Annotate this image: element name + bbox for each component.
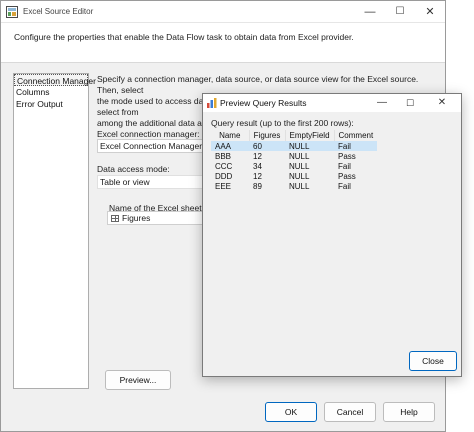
table-row[interactable]: CCC 34 NULL Fail [211,161,377,171]
cell-comment: Fail [334,141,378,151]
preview-query-results-dialog: Preview Query Results — ☐ ✕ Query result… [202,93,462,377]
query-result-caption: Query result (up to the first 200 rows): [211,118,354,128]
close-window-button[interactable]: ✕ [416,3,444,21]
sidebar-nav: Connection Manager Columns Error Output [13,73,96,389]
cell-emptyfield: NULL [289,151,310,161]
sidebar-item-error-output[interactable]: Error Output [14,98,88,110]
cell-figures: 60 [249,141,285,151]
app-icon [6,6,18,18]
results-header-row: Name Figures EmptyField Comment [211,130,377,141]
ok-button[interactable]: OK [265,402,317,422]
data-access-mode-select[interactable]: Table or view [97,175,207,189]
window-title: Excel Source Editor [23,7,94,16]
cell-comment: Pass [338,151,356,161]
preview-title: Preview Query Results [220,98,307,108]
sidebar-item-columns[interactable]: Columns [14,86,88,98]
data-access-mode-label: Data access mode: [97,164,170,174]
sidebar-item-connection-manager[interactable]: Connection Manager [14,74,96,86]
maximize-button[interactable]: ☐ [386,3,414,21]
table-row[interactable]: DDD 12 NULL Pass [211,171,377,181]
preview-button[interactable]: Preview... [105,370,171,390]
cell-name: CCC [215,161,233,171]
table-row[interactable]: AAA 60 NULL Fail [211,141,378,151]
preview-maximize-button[interactable]: ☐ [399,94,421,112]
close-button[interactable]: Close [409,351,457,371]
cell-name: BBB [215,151,232,161]
cell-figures: 12 [253,171,262,181]
excel-sheet-value: Figures [122,213,151,223]
column-header-name[interactable]: Name [211,130,250,141]
cell-comment: Fail [338,181,351,191]
column-header-figures[interactable]: Figures [249,130,286,141]
cell-figures: 12 [253,151,262,161]
column-header-comment[interactable]: Comment [334,130,377,141]
preview-minimize-button[interactable]: — [371,94,393,112]
preview-close-icon[interactable]: ✕ [431,94,453,112]
title-bar: Excel Source Editor — ☐ ✕ [1,1,445,23]
cancel-button[interactable]: Cancel [324,402,376,422]
cell-comment: Pass [338,171,356,181]
cell-emptyfield: NULL [289,181,310,191]
cell-name: DDD [215,171,233,181]
cell-comment: Fail [338,161,351,171]
connection-manager-label: Excel connection manager: [97,129,200,139]
cell-emptyfield: NULL [289,171,310,181]
connection-manager-select[interactable]: Excel Connection Manager [97,139,207,153]
results-table[interactable]: Name Figures EmptyField Comment AAA 60 N… [211,130,378,191]
preview-title-bar: Preview Query Results — ☐ ✕ [203,94,461,112]
description-text: Configure the properties that enable the… [14,32,354,42]
table-icon [111,215,119,222]
cell-figures: 89 [253,181,262,191]
query-results-icon [207,98,217,108]
minimize-button[interactable]: — [356,3,384,21]
description-band: Configure the properties that enable the… [1,23,445,63]
cell-figures: 34 [253,161,262,171]
cell-name: EEE [215,181,232,191]
help-button[interactable]: Help [383,402,435,422]
table-row[interactable]: BBB 12 NULL Pass [211,151,377,161]
cell-name: AAA [211,141,249,151]
column-header-emptyfield[interactable]: EmptyField [285,130,335,141]
cell-emptyfield: NULL [285,141,335,151]
excel-sheet-select[interactable]: Figures [107,211,207,225]
cell-emptyfield: NULL [289,161,310,171]
table-row[interactable]: EEE 89 NULL Fail [211,181,377,191]
